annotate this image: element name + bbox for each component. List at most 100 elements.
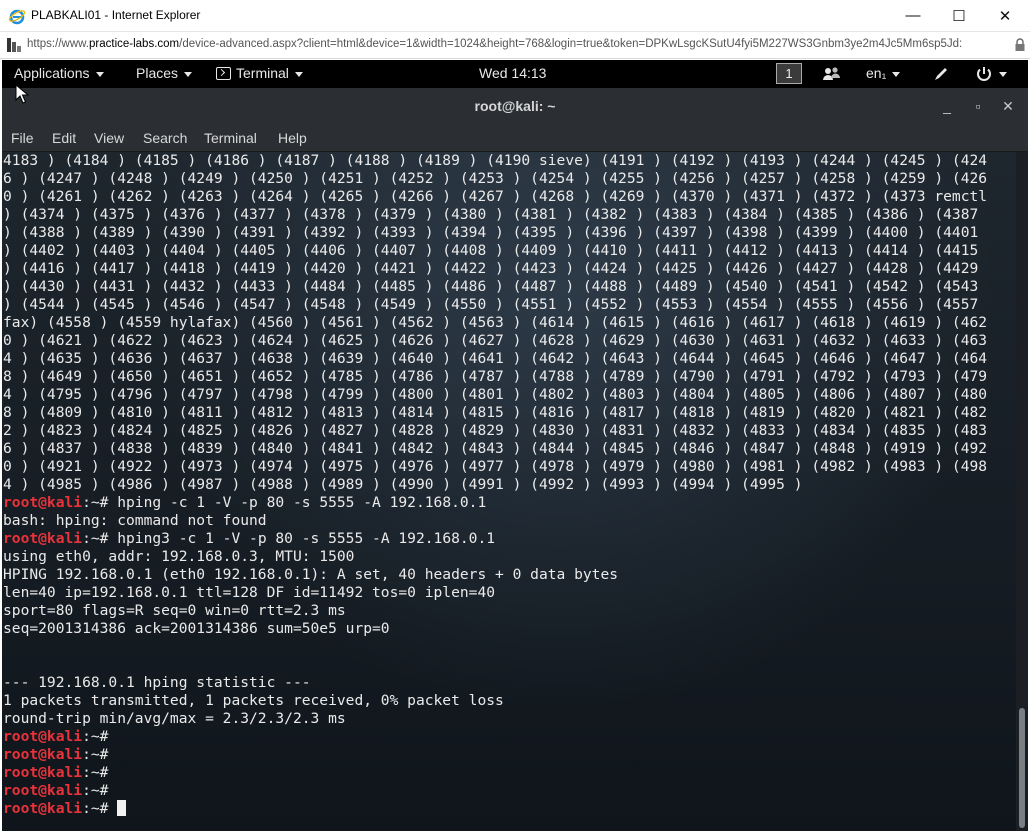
prompt-user: root@kali: [3, 728, 83, 745]
terminal-output-line: 1 packets transmitted, 1 packets receive…: [3, 692, 504, 709]
terminal-output-line: 8 ) (4809 ) (4810 ) (4811 ) (4812 ) (481…: [3, 404, 988, 421]
command-text: hping3 -c 1 -V -p 80 -s 5555 -A 192.168.…: [117, 530, 496, 547]
site-favicon-icon: [7, 38, 21, 52]
browser-titlebar: PLABKALI01 - Internet Explorer — ☐ ✕: [0, 0, 1030, 32]
address-url[interactable]: https://www.practice-labs.com/device-adv…: [27, 38, 1010, 50]
terminal-command-line: root@kali:~#: [3, 728, 987, 746]
terminal-lines: 4183 ) (4184 ) (4185 ) (4186 ) (4187 ) (…: [3, 152, 987, 818]
terminal-output-line: 0 ) (4921 ) (4922 ) (4973 ) (4974 ) (497…: [3, 458, 988, 475]
internet-explorer-icon: [8, 9, 26, 25]
terminal-output-line: fax) (4558 ) (4559 hylafax) (4560 ) (456…: [3, 314, 988, 331]
pen-icon[interactable]: [932, 63, 950, 85]
terminal-output-line: ) (4416 ) (4417 ) (4418 ) (4419 ) (4420 …: [3, 260, 979, 277]
terminal-window: root@kali: ~ _ ▫ ✕ File Edit View Search…: [2, 88, 1028, 831]
command-text: hping -c 1 -V -p 80 -s 5555 -A 192.168.0…: [117, 494, 487, 511]
terminal-titlebar[interactable]: root@kali: ~ _ ▫ ✕: [2, 88, 1028, 124]
terminal-output-line: ) (4430 ) (4431 ) (4432 ) (4433 ) (4484 …: [3, 278, 979, 295]
minimize-button[interactable]: —: [890, 0, 936, 31]
people-icon[interactable]: [822, 63, 842, 85]
url-prefix: https://www.: [27, 38, 89, 50]
terminal-output-line: seq=2001314386 ack=2001314386 sum=50e5 u…: [3, 620, 390, 637]
terminal-output-line: --- 192.168.0.1 hping statistic ---: [3, 674, 311, 691]
menu-terminal[interactable]: Terminal: [204, 130, 257, 146]
terminal-menubar: File Edit View Search Terminal Help: [2, 124, 1028, 152]
remote-desktop[interactable]: Applications Places Terminal Wed 14:13 1…: [2, 60, 1028, 831]
prompt-path: :~#: [82, 728, 118, 745]
terminal-output-line: ) (4374 ) (4375 ) (4376 ) (4377 ) (4378 …: [3, 206, 979, 223]
url-path: /device-advanced.aspx?client=html&device…: [179, 38, 963, 50]
terminal-scrollbar[interactable]: [1016, 152, 1028, 831]
prompt-path: :~#: [82, 782, 118, 799]
prompt-user: root@kali: [3, 764, 83, 781]
mouse-pointer-icon: [15, 84, 29, 104]
power-icon[interactable]: [975, 63, 1007, 85]
prompt-user: root@kali: [3, 494, 83, 511]
url-host: practice-labs.com: [89, 38, 180, 50]
prompt-user: root@kali: [3, 800, 83, 817]
terminal-title: root@kali: ~: [474, 98, 556, 114]
terminal-output-line: using eth0, addr: 192.168.0.3, MTU: 1500: [3, 548, 355, 565]
terminal-output-line: round-trip min/avg/max = 2.3/2.3/2.3 ms: [3, 710, 346, 727]
terminal-close-button[interactable]: ✕: [998, 96, 1018, 116]
terminal-command-line: root@kali:~#: [3, 746, 987, 764]
terminal-minimize-button[interactable]: _: [937, 96, 957, 116]
applications-label: Applications: [14, 65, 90, 81]
terminal-output-line: ) (4544 ) (4545 ) (4546 ) (4547 ) (4548 …: [3, 296, 979, 313]
terminal-output[interactable]: 4183 ) (4184 ) (4185 ) (4186 ) (4187 ) (…: [2, 152, 1016, 831]
terminal-output-line: 6 ) (4247 ) (4248 ) (4249 ) (4250 ) (425…: [3, 170, 988, 187]
terminal-output-line: HPING 192.168.0.1 (eth0 192.168.0.1): A …: [3, 566, 619, 583]
menu-file[interactable]: File: [11, 130, 34, 146]
workspace-indicator[interactable]: 1: [776, 63, 802, 84]
terminal-command-line: root@kali:~#: [3, 800, 987, 818]
chevron-down-icon: [892, 71, 901, 77]
terminal-output-line: 4 ) (4985 ) (4986 ) (4987 ) (4988 ) (498…: [3, 476, 803, 493]
keyboard-layout-menu[interactable]: en₁: [866, 65, 901, 81]
terminal-maximize-button[interactable]: ▫: [968, 96, 988, 116]
prompt-user: root@kali: [3, 782, 83, 799]
gnome-top-bar: Applications Places Terminal Wed 14:13 1…: [2, 60, 1028, 88]
text-cursor: [117, 800, 127, 816]
chevron-down-icon: [95, 71, 104, 77]
close-button[interactable]: ✕: [982, 0, 1028, 31]
prompt-user: root@kali: [3, 746, 83, 763]
keyboard-layout-label: en₁: [866, 65, 887, 81]
terminal-command-line: root@kali:~#: [3, 764, 987, 782]
places-label: Places: [136, 65, 179, 81]
scrollbar-thumb[interactable]: [1019, 708, 1025, 828]
applications-menu[interactable]: Applications: [14, 65, 104, 81]
terminal-app-menu[interactable]: Terminal: [216, 65, 303, 81]
clock[interactable]: Wed 14:13: [479, 65, 546, 81]
terminal-output-line: 4 ) (4635 ) (4636 ) (4637 ) (4638 ) (463…: [3, 350, 988, 367]
terminal-command-line: root@kali:~# hping -c 1 -V -p 80 -s 5555…: [3, 494, 987, 512]
address-bar[interactable]: https://www.practice-labs.com/device-adv…: [0, 32, 1030, 59]
terminal-output-line: ) (4388 ) (4389 ) (4390 ) (4391 ) (4392 …: [3, 224, 979, 241]
chevron-down-icon: [294, 71, 303, 77]
menu-view[interactable]: View: [94, 130, 124, 146]
terminal-output-line: sport=80 flags=R seq=0 win=0 rtt=2.3 ms: [3, 602, 346, 619]
places-menu[interactable]: Places: [136, 65, 193, 81]
browser-window-title: PLABKALI01 - Internet Explorer: [31, 8, 201, 22]
chevron-down-icon: [184, 71, 193, 77]
terminal-output-line: 8 ) (4649 ) (4650 ) (4651 ) (4652 ) (478…: [3, 368, 988, 385]
terminal-command-line: root@kali:~# hping3 -c 1 -V -p 80 -s 555…: [3, 530, 987, 548]
prompt-path: :~#: [82, 800, 118, 817]
terminal-output-line: 6 ) (4837 ) (4838 ) (4839 ) (4840 ) (484…: [3, 440, 988, 457]
menu-help[interactable]: Help: [278, 130, 307, 146]
terminal-app-label: Terminal: [236, 65, 289, 81]
terminal-output-line: len=40 ip=192.168.0.1 ttl=128 DF id=1149…: [3, 584, 496, 601]
maximize-button[interactable]: ☐: [936, 0, 982, 31]
prompt-user: root@kali: [3, 530, 83, 547]
prompt-path: :~#: [82, 530, 118, 547]
terminal-output-line: ) (4402 ) (4403 ) (4404 ) (4405 ) (4406 …: [3, 242, 979, 259]
terminal-command-line: root@kali:~#: [3, 782, 987, 800]
lock-icon[interactable]: [1014, 38, 1026, 52]
terminal-output-line: 0 ) (4261 ) (4262 ) (4263 ) (4264 ) (426…: [3, 188, 988, 205]
terminal-icon: [216, 67, 231, 80]
menu-edit[interactable]: Edit: [52, 130, 76, 146]
terminal-output-line: bash: hping: command not found: [3, 512, 267, 529]
prompt-path: :~#: [82, 494, 118, 511]
prompt-path: :~#: [82, 746, 118, 763]
menu-search[interactable]: Search: [143, 130, 187, 146]
